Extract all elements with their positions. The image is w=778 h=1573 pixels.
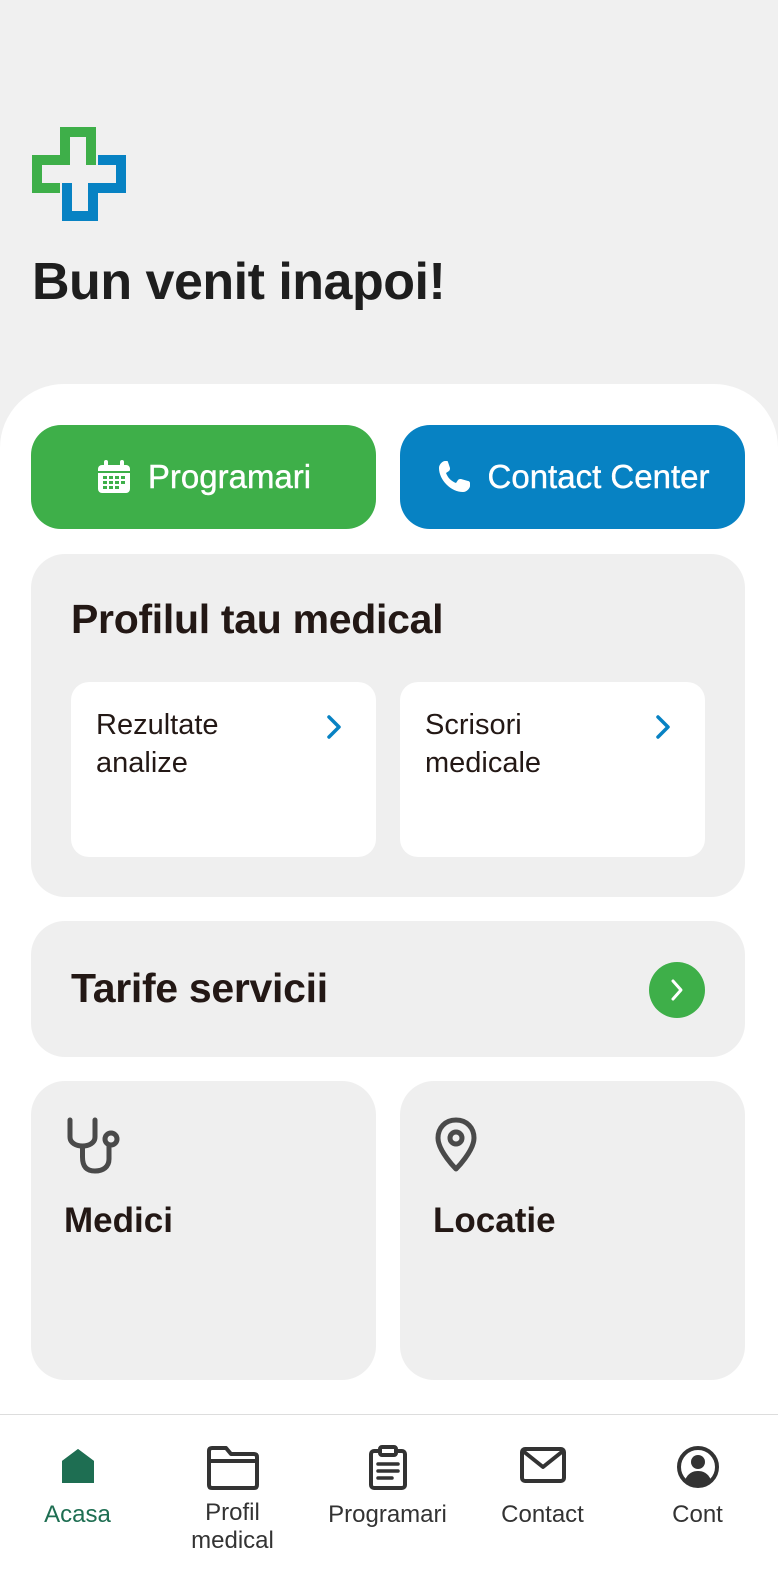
phone-icon [438,461,470,492]
nav-item-cont[interactable]: Cont [620,1415,775,1573]
home-icon [61,1449,94,1483]
doctors-label: Medici [64,1201,173,1240]
nav-item-contact[interactable]: Contact [465,1415,620,1573]
medical-cross-logo [32,127,126,221]
contact-center-button-label: Contact Center [487,458,710,495]
test-results-card[interactable]: Rezultate analize [71,682,376,857]
calendar-icon [97,460,130,493]
chevron-right-icon [656,715,670,739]
medical-profile-title: Profilul tau medical [71,596,444,642]
nav-item-acasa[interactable]: Acasa [0,1415,155,1573]
medical-letters-card[interactable]: Scrisori medicale [400,682,705,857]
clipboard-icon [368,1445,407,1490]
nav-label-profil-medical: Profil medical [191,1499,274,1554]
nav-label-programari: Programari [328,1501,447,1528]
contact-center-button[interactable]: Contact Center [400,425,745,529]
medical-letters-label: Scrisori medicale [425,709,542,779]
header: Bun venit inapoi! [0,0,778,400]
user-circle-icon [676,1446,719,1488]
location-tile[interactable]: Locatie [400,1081,745,1380]
bottom-navigation: Acasa Profil medical Programari Contact … [0,1414,778,1573]
programari-button-label: Programari [147,458,312,495]
doctors-tile[interactable]: Medici [31,1081,376,1380]
nav-label-acasa: Acasa [44,1501,111,1528]
test-results-label: Rezultate analize [96,709,219,779]
welcome-heading: Bun venit inapoi! [32,253,446,311]
stethoscope-icon [67,1117,120,1174]
medical-profile-card: Profilul tau medical Rezultate analize S… [31,554,745,897]
chevron-right-icon [327,715,341,739]
nav-item-programari[interactable]: Programari [310,1415,465,1573]
service-prices-card[interactable]: Tarife servicii [31,921,745,1057]
programari-button[interactable]: Programari [31,425,376,529]
service-prices-title: Tarife servicii [71,965,328,1011]
nav-label-cont: Cont [672,1501,723,1528]
mail-icon [519,1447,566,1483]
nav-item-profil-medical[interactable]: Profil medical [155,1415,310,1573]
folder-icon [206,1446,259,1490]
nav-label-contact: Contact [501,1501,584,1528]
location-label: Locatie [433,1201,556,1240]
location-pin-icon [435,1117,477,1172]
arrow-right-circle-icon[interactable] [649,962,705,1018]
chevron-right-icon [671,979,683,1001]
